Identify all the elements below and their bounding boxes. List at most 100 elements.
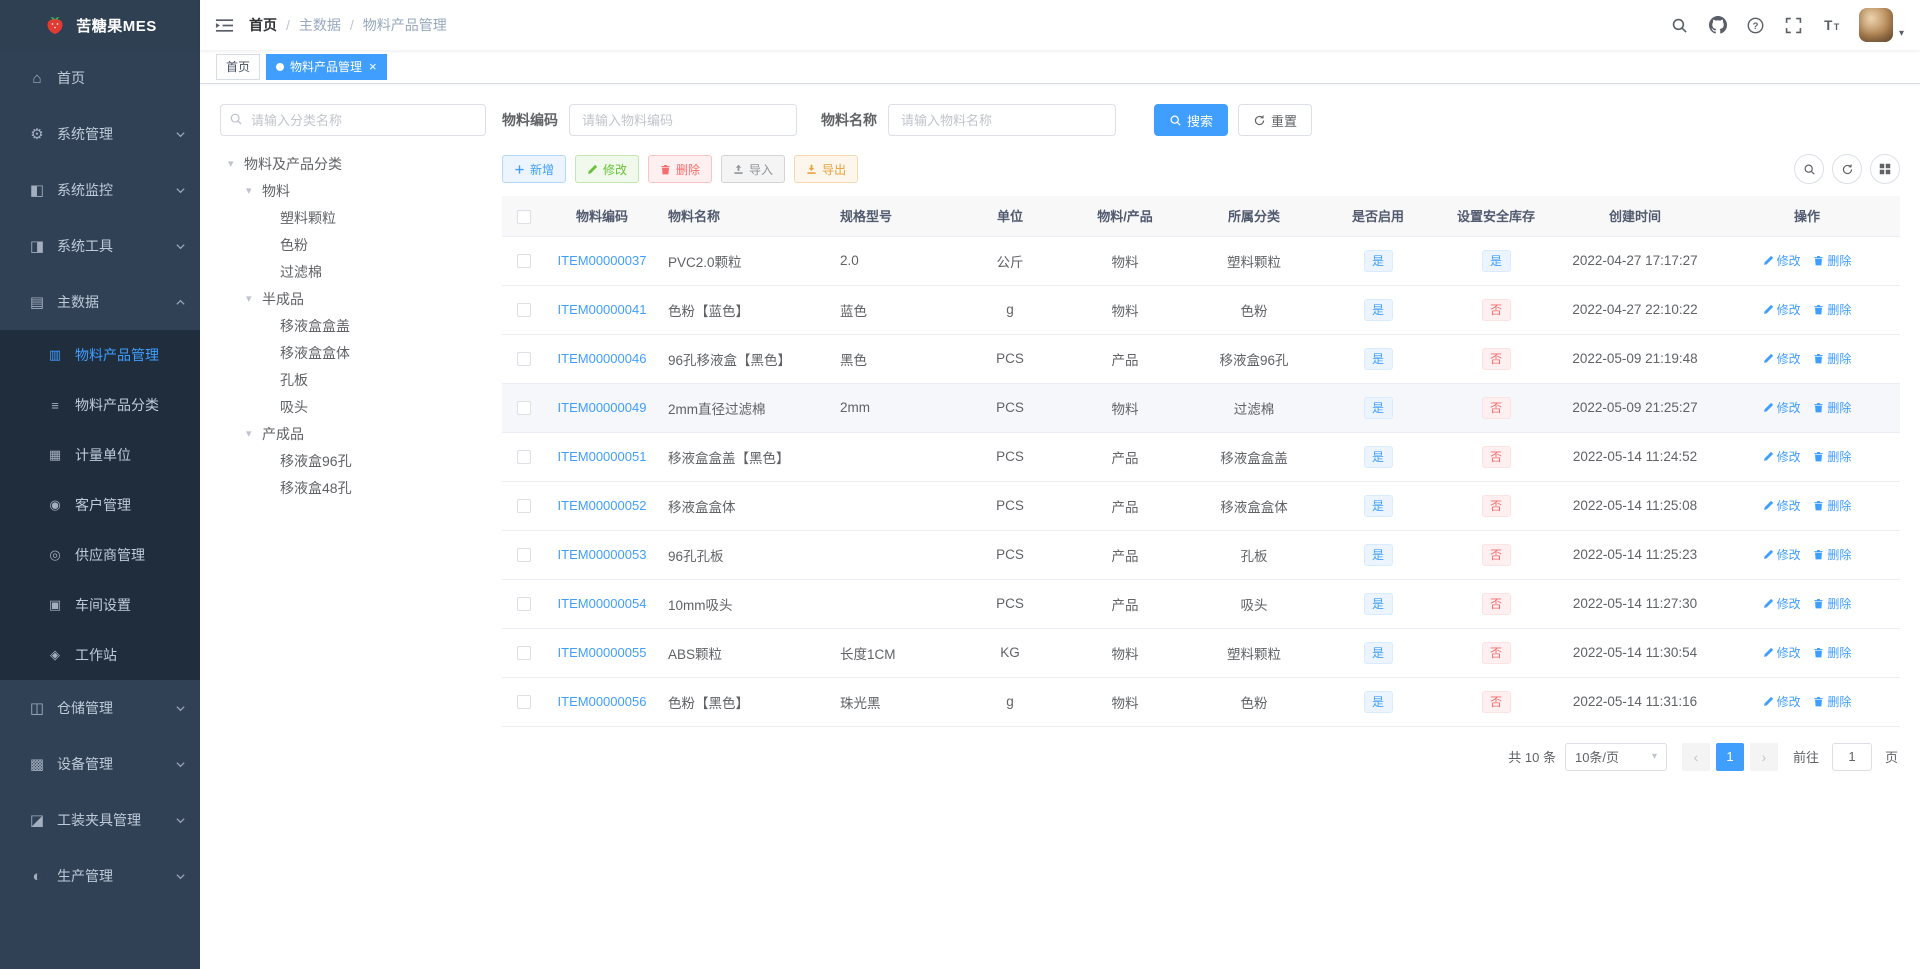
sidebar-item-system-monitor[interactable]: ◧ 系统监控 [0, 162, 200, 218]
row-checkbox[interactable] [517, 303, 531, 318]
row-checkbox[interactable] [517, 254, 531, 269]
edit-link[interactable]: 修改 [1763, 497, 1801, 514]
delete-link[interactable]: 删除 [1813, 301, 1851, 318]
github-icon[interactable] [1707, 14, 1729, 36]
item-code-link[interactable]: ITEM00000046 [558, 351, 647, 366]
edit-link[interactable]: 修改 [1763, 546, 1801, 563]
edit-link[interactable]: 修改 [1763, 693, 1801, 710]
sidebar-item-master-data[interactable]: ▤ 主数据 [0, 274, 200, 330]
delete-link[interactable]: 删除 [1813, 693, 1851, 710]
search-button[interactable]: 搜索 [1154, 104, 1229, 136]
export-button[interactable]: 导出 [794, 155, 859, 183]
row-checkbox[interactable] [517, 597, 531, 612]
sidebar-item-equipment-management[interactable]: ▩ 设备管理 [0, 736, 200, 792]
row-checkbox[interactable] [517, 352, 531, 367]
item-code-link[interactable]: ITEM00000052 [558, 498, 647, 513]
sidebar-item-warehouse-management[interactable]: ◫ 仓储管理 [0, 680, 200, 736]
tree-node[interactable]: 吸头 [220, 393, 486, 420]
sidebar-item-supplier-management[interactable]: ◎ 供应商管理 [0, 530, 200, 580]
item-code-link[interactable]: ITEM00000054 [558, 596, 647, 611]
delete-link[interactable]: 删除 [1813, 252, 1851, 269]
app-logo[interactable]: 苦糖果MES [0, 0, 200, 50]
tree-node[interactable]: 移液盒盒体 [220, 339, 486, 366]
refresh-button[interactable] [1832, 154, 1862, 184]
tree-node[interactable]: 移液盒96孔 [220, 447, 486, 474]
page-size-select[interactable]: 10条/页 ▾ [1564, 742, 1667, 771]
delete-link[interactable]: 删除 [1813, 448, 1851, 465]
sidebar-item-production-management[interactable]: ◐ 生产管理 [0, 848, 200, 904]
tree-node[interactable]: 过滤棉 [220, 258, 486, 285]
add-button[interactable]: 新增 [502, 155, 567, 183]
row-checkbox[interactable] [517, 646, 531, 661]
reset-button[interactable]: 重置 [1238, 104, 1313, 136]
avatar[interactable] [1858, 8, 1893, 42]
delete-link[interactable]: 删除 [1813, 546, 1851, 563]
edit-link[interactable]: 修改 [1763, 301, 1801, 318]
menu-fold-icon[interactable] [200, 0, 249, 50]
sidebar-item-material-product-management[interactable]: ▥ 物料产品管理 [0, 330, 200, 380]
breadcrumb-home[interactable]: 首页 [249, 15, 277, 35]
item-code-link[interactable]: ITEM00000053 [558, 547, 647, 562]
row-checkbox[interactable] [517, 450, 531, 465]
edit-link[interactable]: 修改 [1763, 644, 1801, 661]
category-search-input[interactable] [220, 104, 486, 136]
item-code-link[interactable]: ITEM00000056 [558, 694, 647, 709]
material-code-input[interactable] [569, 104, 797, 136]
item-code-link[interactable]: ITEM00000051 [558, 449, 647, 464]
row-checkbox[interactable] [517, 695, 531, 710]
sidebar-item-system-tools[interactable]: ◨ 系统工具 [0, 218, 200, 274]
search-icon[interactable] [1669, 14, 1691, 36]
tree-node[interactable]: 塑料颗粒 [220, 204, 486, 231]
tree-node[interactable]: 色粉 [220, 231, 486, 258]
tree-node[interactable]: 物料及产品分类 [220, 150, 486, 177]
sidebar-item-home[interactable]: ⌂ 首页 [0, 50, 200, 106]
sidebar-item-material-product-category[interactable]: ≡ 物料产品分类 [0, 380, 200, 430]
close-icon[interactable]: × [369, 60, 377, 73]
edit-link[interactable]: 修改 [1763, 399, 1801, 416]
edit-link[interactable]: 修改 [1763, 448, 1801, 465]
prev-page-button[interactable]: ‹ [1681, 742, 1710, 771]
item-code-link[interactable]: ITEM00000055 [558, 645, 647, 660]
tree-node[interactable]: 产成品 [220, 420, 486, 447]
tab-material-product-management[interactable]: 物料产品管理 × [266, 53, 387, 80]
sidebar-item-workstation[interactable]: ◈ 工作站 [0, 630, 200, 680]
item-code-link[interactable]: ITEM00000037 [558, 253, 647, 268]
row-checkbox[interactable] [517, 548, 531, 563]
tree-node[interactable]: 半成品 [220, 285, 486, 312]
tree-node[interactable]: 移液盒盒盖 [220, 312, 486, 339]
edit-link[interactable]: 修改 [1763, 350, 1801, 367]
sidebar-item-customer-management[interactable]: ◉ 客户管理 [0, 480, 200, 530]
sidebar-item-measure-unit[interactable]: ▦ 计量单位 [0, 430, 200, 480]
help-icon[interactable]: ? [1745, 14, 1767, 36]
delete-link[interactable]: 删除 [1813, 497, 1851, 514]
fullscreen-icon[interactable] [1783, 14, 1805, 36]
select-all-checkbox[interactable] [517, 209, 531, 224]
tree-node[interactable]: 移液盒48孔 [220, 474, 486, 501]
columns-button[interactable] [1870, 154, 1900, 184]
delete-link[interactable]: 删除 [1813, 399, 1851, 416]
item-code-link[interactable]: ITEM00000049 [558, 400, 647, 415]
page-1-button[interactable]: 1 [1715, 742, 1744, 771]
next-page-button[interactable]: › [1749, 742, 1778, 771]
delete-button[interactable]: 删除 [648, 155, 713, 183]
delete-link[interactable]: 删除 [1813, 350, 1851, 367]
row-checkbox[interactable] [517, 499, 531, 514]
edit-link[interactable]: 修改 [1763, 595, 1801, 612]
tab-home[interactable]: 首页 [216, 53, 261, 80]
caret-down-icon[interactable]: ▾ [1899, 28, 1904, 39]
toggle-search-button[interactable] [1794, 154, 1824, 184]
font-size-icon[interactable]: TT [1821, 14, 1843, 36]
material-name-input[interactable] [888, 104, 1116, 136]
import-button[interactable]: 导入 [721, 155, 786, 183]
delete-link[interactable]: 删除 [1813, 644, 1851, 661]
breadcrumb-master-data[interactable]: 主数据 [299, 15, 341, 35]
tree-node[interactable]: 孔板 [220, 366, 486, 393]
goto-page-input[interactable] [1831, 742, 1872, 771]
sidebar-item-workshop-settings[interactable]: ▣ 车间设置 [0, 580, 200, 630]
delete-link[interactable]: 删除 [1813, 595, 1851, 612]
item-code-link[interactable]: ITEM00000041 [558, 302, 647, 317]
sidebar-item-tooling-fixture-management[interactable]: ◪ 工装夹具管理 [0, 792, 200, 848]
edit-button[interactable]: 修改 [575, 155, 640, 183]
sidebar-item-system-management[interactable]: ⚙ 系统管理 [0, 106, 200, 162]
row-checkbox[interactable] [517, 401, 531, 416]
